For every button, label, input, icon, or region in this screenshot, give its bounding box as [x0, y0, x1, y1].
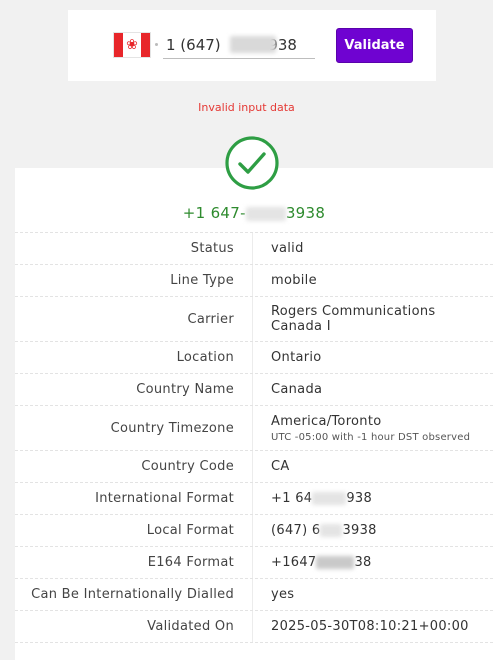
- row-label: E164 Format: [147, 555, 234, 570]
- row-label: Status: [190, 241, 234, 256]
- check-circle-icon: [225, 136, 279, 190]
- table-row: Local Format (647) 6 3938: [15, 514, 493, 546]
- row-value: America/Toronto UTC -05:00 with -1 hour …: [252, 406, 493, 450]
- redacted-digits: [230, 36, 276, 53]
- row-label: Local Format: [146, 523, 234, 538]
- row-value: 2025-05-30T08:10:21+00:00: [252, 611, 493, 642]
- row-value: Canada: [252, 374, 493, 405]
- row-value: mobile: [252, 265, 493, 296]
- row-label: Country Timezone: [110, 420, 234, 436]
- row-label: Location: [176, 350, 234, 365]
- row-value: valid: [252, 233, 493, 264]
- row-label: Line Type: [170, 273, 234, 288]
- country-dropdown-indicator[interactable]: [155, 43, 158, 46]
- phone-input-card: ❀ Validate: [68, 10, 436, 81]
- table-row: Country Timezone America/Toronto UTC -05…: [15, 405, 493, 450]
- row-value: +1647 38: [252, 547, 493, 578]
- row-value: Rogers Communications Canada I: [252, 297, 493, 341]
- canada-flag-icon[interactable]: ❀: [113, 32, 151, 58]
- table-row: Country Code CA: [15, 450, 493, 482]
- table-bottom-rule: [15, 642, 493, 643]
- row-label: Validated On: [147, 619, 234, 634]
- validated-number: +1 647- 3938: [182, 204, 326, 222]
- table-row: Location Ontario: [15, 341, 493, 373]
- row-label: International Format: [95, 491, 234, 506]
- table-row: Line Type mobile: [15, 264, 493, 296]
- table-row: Can Be Internationally Dialled yes: [15, 578, 493, 610]
- row-value: +1 64 938: [252, 483, 493, 514]
- table-row: Validated On 2025-05-30T08:10:21+00:00: [15, 610, 493, 642]
- table-row: Status valid: [15, 232, 493, 264]
- row-label: Carrier: [187, 311, 234, 327]
- row-label: Country Code: [141, 459, 234, 474]
- table-row: Carrier Rogers Communications Canada I: [15, 296, 493, 341]
- validate-button[interactable]: Validate: [336, 28, 413, 63]
- table-row: E164 Format +1647 38: [15, 546, 493, 578]
- result-table: Status valid Line Type mobile Carrier Ro…: [15, 232, 493, 643]
- row-label: Can Be Internationally Dialled: [31, 587, 234, 602]
- row-label: Country Name: [136, 382, 234, 397]
- row-value: Ontario: [252, 342, 493, 373]
- result-card: +1 647- 3938 Status valid Line Type mobil…: [15, 168, 493, 660]
- row-value: yes: [252, 579, 493, 610]
- table-row: International Format +1 64 938: [15, 482, 493, 514]
- row-value: (647) 6 3938: [252, 515, 493, 546]
- table-row: Country Name Canada: [15, 373, 493, 405]
- error-message: Invalid input data: [198, 101, 295, 114]
- row-value: CA: [252, 451, 493, 482]
